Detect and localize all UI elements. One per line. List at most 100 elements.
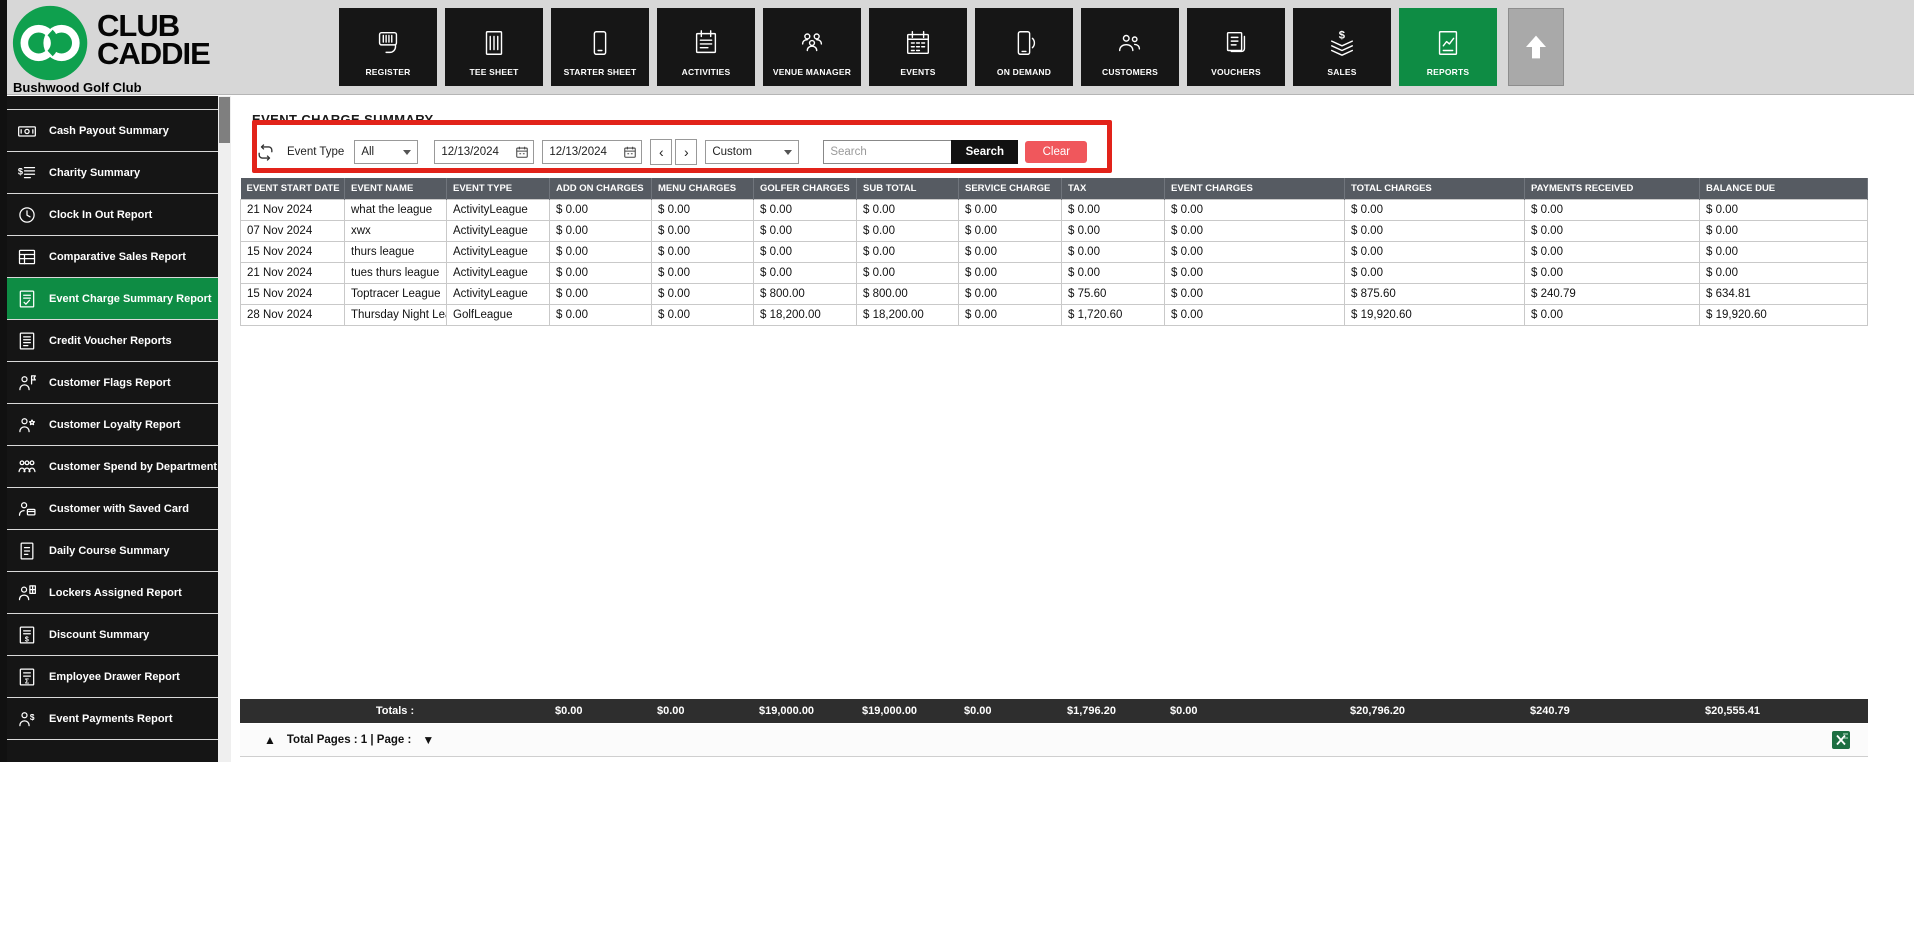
sidebar-item-label: Daily Course Summary — [49, 544, 170, 557]
table-footer: ▲ Total Pages : 1 | Page : ▼ — [240, 724, 1868, 757]
table-row[interactable]: 07 Nov 2024 xwx ActivityLeague $ 0.00 $ 0.00… — [240, 220, 1868, 242]
cell-tax: $ 0.00 — [1061, 199, 1165, 221]
column-header-add-on-charges[interactable]: ADD ON CHARGES — [549, 178, 652, 200]
nav-button-register[interactable]: REGISTER — [339, 8, 437, 86]
table-row[interactable]: 15 Nov 2024 thurs league ActivityLeague $ 0… — [240, 241, 1868, 263]
total-value: $0.00 — [549, 699, 651, 723]
cell-add-on-charges: $ 0.00 — [549, 241, 652, 263]
course-summary-icon — [17, 541, 37, 561]
lockers-icon — [17, 583, 37, 603]
cell-service-charge: $ 0.00 — [958, 283, 1062, 305]
sidebar-item-partial — [7, 740, 218, 762]
activities-icon — [691, 28, 721, 58]
column-header-event-start-date[interactable]: EVENT START DATE — [240, 178, 345, 200]
clear-button[interactable]: Clear — [1025, 141, 1088, 163]
sidebar-item-event-payments-report[interactable]: $ Event Payments Report — [7, 698, 218, 739]
table-row[interactable]: 15 Nov 2024 Toptracer League ActivityLeagu… — [240, 283, 1868, 305]
sidebar-item-charity-summary[interactable]: $ Charity Summary — [7, 152, 218, 193]
totals-empty-cell — [446, 699, 549, 723]
column-header-event-type[interactable]: EVENT TYPE — [446, 178, 550, 200]
search-input[interactable] — [823, 140, 952, 164]
filter-toolbar: Event Type All 12/13/2024 12/13/2024 ‹ ›… — [256, 139, 1088, 165]
sidebar-item-customer-spend-by-department[interactable]: Customer Spend by Department — [7, 446, 218, 487]
table-row[interactable]: 28 Nov 2024 Thursday Night Lea GolfLeague $… — [240, 304, 1868, 326]
sidebar-item-cash-payout-summary[interactable]: Cash Payout Summary — [7, 110, 218, 151]
sidebar-scrollbar[interactable] — [218, 96, 231, 762]
club-caddie-logo-icon — [12, 5, 88, 81]
date-range-select[interactable]: Custom — [705, 140, 800, 164]
nav-label: EVENTS — [900, 67, 936, 77]
venue-manager-icon — [797, 28, 827, 58]
sidebar-item-customer-with-saved-card[interactable]: Customer with Saved Card — [7, 488, 218, 529]
sidebar-item-comparative-sales-report[interactable]: Comparative Sales Report — [7, 236, 218, 277]
column-header-payments-received[interactable]: PAYMENTS RECEIVED — [1524, 178, 1700, 200]
column-header-menu-charges[interactable]: MENU CHARGES — [651, 178, 754, 200]
previous-date-button[interactable]: ‹ — [650, 139, 673, 165]
excel-export-icon[interactable] — [1832, 731, 1850, 749]
nav-button-on-demand[interactable]: ON DEMAND — [975, 8, 1073, 86]
cell-golfer-charges: $ 0.00 — [753, 241, 857, 263]
top-navigation: REGISTER TEE SHEET STARTER SHEET ACTIVITIES… — [339, 8, 1497, 86]
sidebar-item-lockers-assigned-report[interactable]: Lockers Assigned Report — [7, 572, 218, 613]
event-type-select[interactable]: All — [354, 140, 419, 164]
cell-total-charges: $ 0.00 — [1344, 262, 1525, 284]
cell-balance-due: $ 0.00 — [1699, 241, 1868, 263]
sidebar-item-event-charge-summary-report[interactable]: Event Charge Summary Report — [7, 278, 218, 319]
nav-button-venue-manager[interactable]: VENUE MANAGER — [763, 8, 861, 86]
svg-text:$: $ — [30, 711, 35, 721]
sidebar-item-customer-loyalty-report[interactable]: Customer Loyalty Report — [7, 404, 218, 445]
cell-event-type: ActivityLeague — [446, 262, 550, 284]
cell-tax: $ 0.00 — [1061, 262, 1165, 284]
nav-button-sales[interactable]: $ SALES — [1293, 8, 1391, 86]
nav-button-tee-sheet[interactable]: TEE SHEET — [445, 8, 543, 86]
column-header-sub-total[interactable]: SUB TOTAL — [856, 178, 959, 200]
report-content: EVENT CHARGE SUMMARY Event Type All 12/1… — [240, 95, 1868, 762]
collapse-up-icon[interactable]: ▲ — [264, 733, 276, 747]
nav-label: SALES — [1327, 67, 1357, 77]
date-to-input[interactable]: 12/13/2024 — [542, 140, 643, 164]
sidebar-item-daily-course-summary[interactable]: Daily Course Summary — [7, 530, 218, 571]
column-header-service-charge[interactable]: SERVICE CHARGE — [958, 178, 1062, 200]
sidebar-item-credit-voucher-reports[interactable]: Credit Voucher Reports — [7, 320, 218, 361]
discount-icon: $ — [17, 625, 37, 645]
club-name: Bushwood Golf Club — [13, 80, 142, 95]
report-check-icon — [17, 289, 37, 309]
clock-icon — [17, 205, 37, 225]
page-select-dropdown-icon[interactable]: ▼ — [422, 733, 434, 747]
nav-button-reports[interactable]: REPORTS — [1399, 8, 1497, 86]
nav-button-starter-sheet[interactable]: STARTER SHEET — [551, 8, 649, 86]
next-date-button[interactable]: › — [675, 139, 698, 165]
cell-event-name: xwx — [344, 220, 447, 242]
column-header-event-charges[interactable]: EVENT CHARGES — [1164, 178, 1345, 200]
scrollbar-thumb[interactable] — [219, 97, 230, 143]
column-header-total-charges[interactable]: TOTAL CHARGES — [1344, 178, 1525, 200]
sidebar-item-label: Event Payments Report — [49, 712, 173, 725]
cell-balance-due: $ 0.00 — [1699, 262, 1868, 284]
sidebar-item-partial — [7, 96, 218, 109]
table-row[interactable]: 21 Nov 2024 what the league ActivityLeague… — [240, 199, 1868, 221]
column-header-golfer-charges[interactable]: GOLFER CHARGES — [753, 178, 857, 200]
sidebar-item-customer-flags-report[interactable]: Customer Flags Report — [7, 362, 218, 403]
column-header-event-name[interactable]: EVENT NAME — [344, 178, 447, 200]
date-from-input[interactable]: 12/13/2024 — [434, 140, 535, 164]
refresh-icon[interactable] — [256, 143, 275, 162]
brand-wordmark: CLUB CADDIE — [97, 10, 211, 69]
column-header-balance-due[interactable]: BALANCE DUE — [1699, 178, 1868, 200]
sidebar-item-clock-in-out-report[interactable]: Clock In Out Report — [7, 194, 218, 235]
nav-button-activities[interactable]: ACTIVITIES — [657, 8, 755, 86]
nav-label: STARTER SHEET — [563, 67, 637, 77]
cell-sub-total: $ 0.00 — [856, 199, 959, 221]
nav-button-events[interactable]: EVENTS — [869, 8, 967, 86]
reports-sidebar: Cash Payout Summary $ Charity Summary Clock… — [7, 96, 218, 762]
date-from-value: 12/13/2024 — [441, 146, 499, 158]
cell-event-type: GolfLeague — [446, 304, 550, 326]
search-button[interactable]: Search — [951, 140, 1019, 164]
table-row[interactable]: 21 Nov 2024 tues thurs league ActivityLeag… — [240, 262, 1868, 284]
column-header-tax[interactable]: TAX — [1061, 178, 1165, 200]
nav-button-customers[interactable]: CUSTOMERS — [1081, 8, 1179, 86]
sidebar-item-discount-summary[interactable]: $ Discount Summary — [7, 614, 218, 655]
nav-button-vouchers[interactable]: VOUCHERS — [1187, 8, 1285, 86]
sidebar-item-employee-drawer-report[interactable]: Σ Employee Drawer Report — [7, 656, 218, 697]
scroll-top-button[interactable] — [1508, 8, 1564, 86]
total-value: $0.00 — [1164, 699, 1344, 723]
